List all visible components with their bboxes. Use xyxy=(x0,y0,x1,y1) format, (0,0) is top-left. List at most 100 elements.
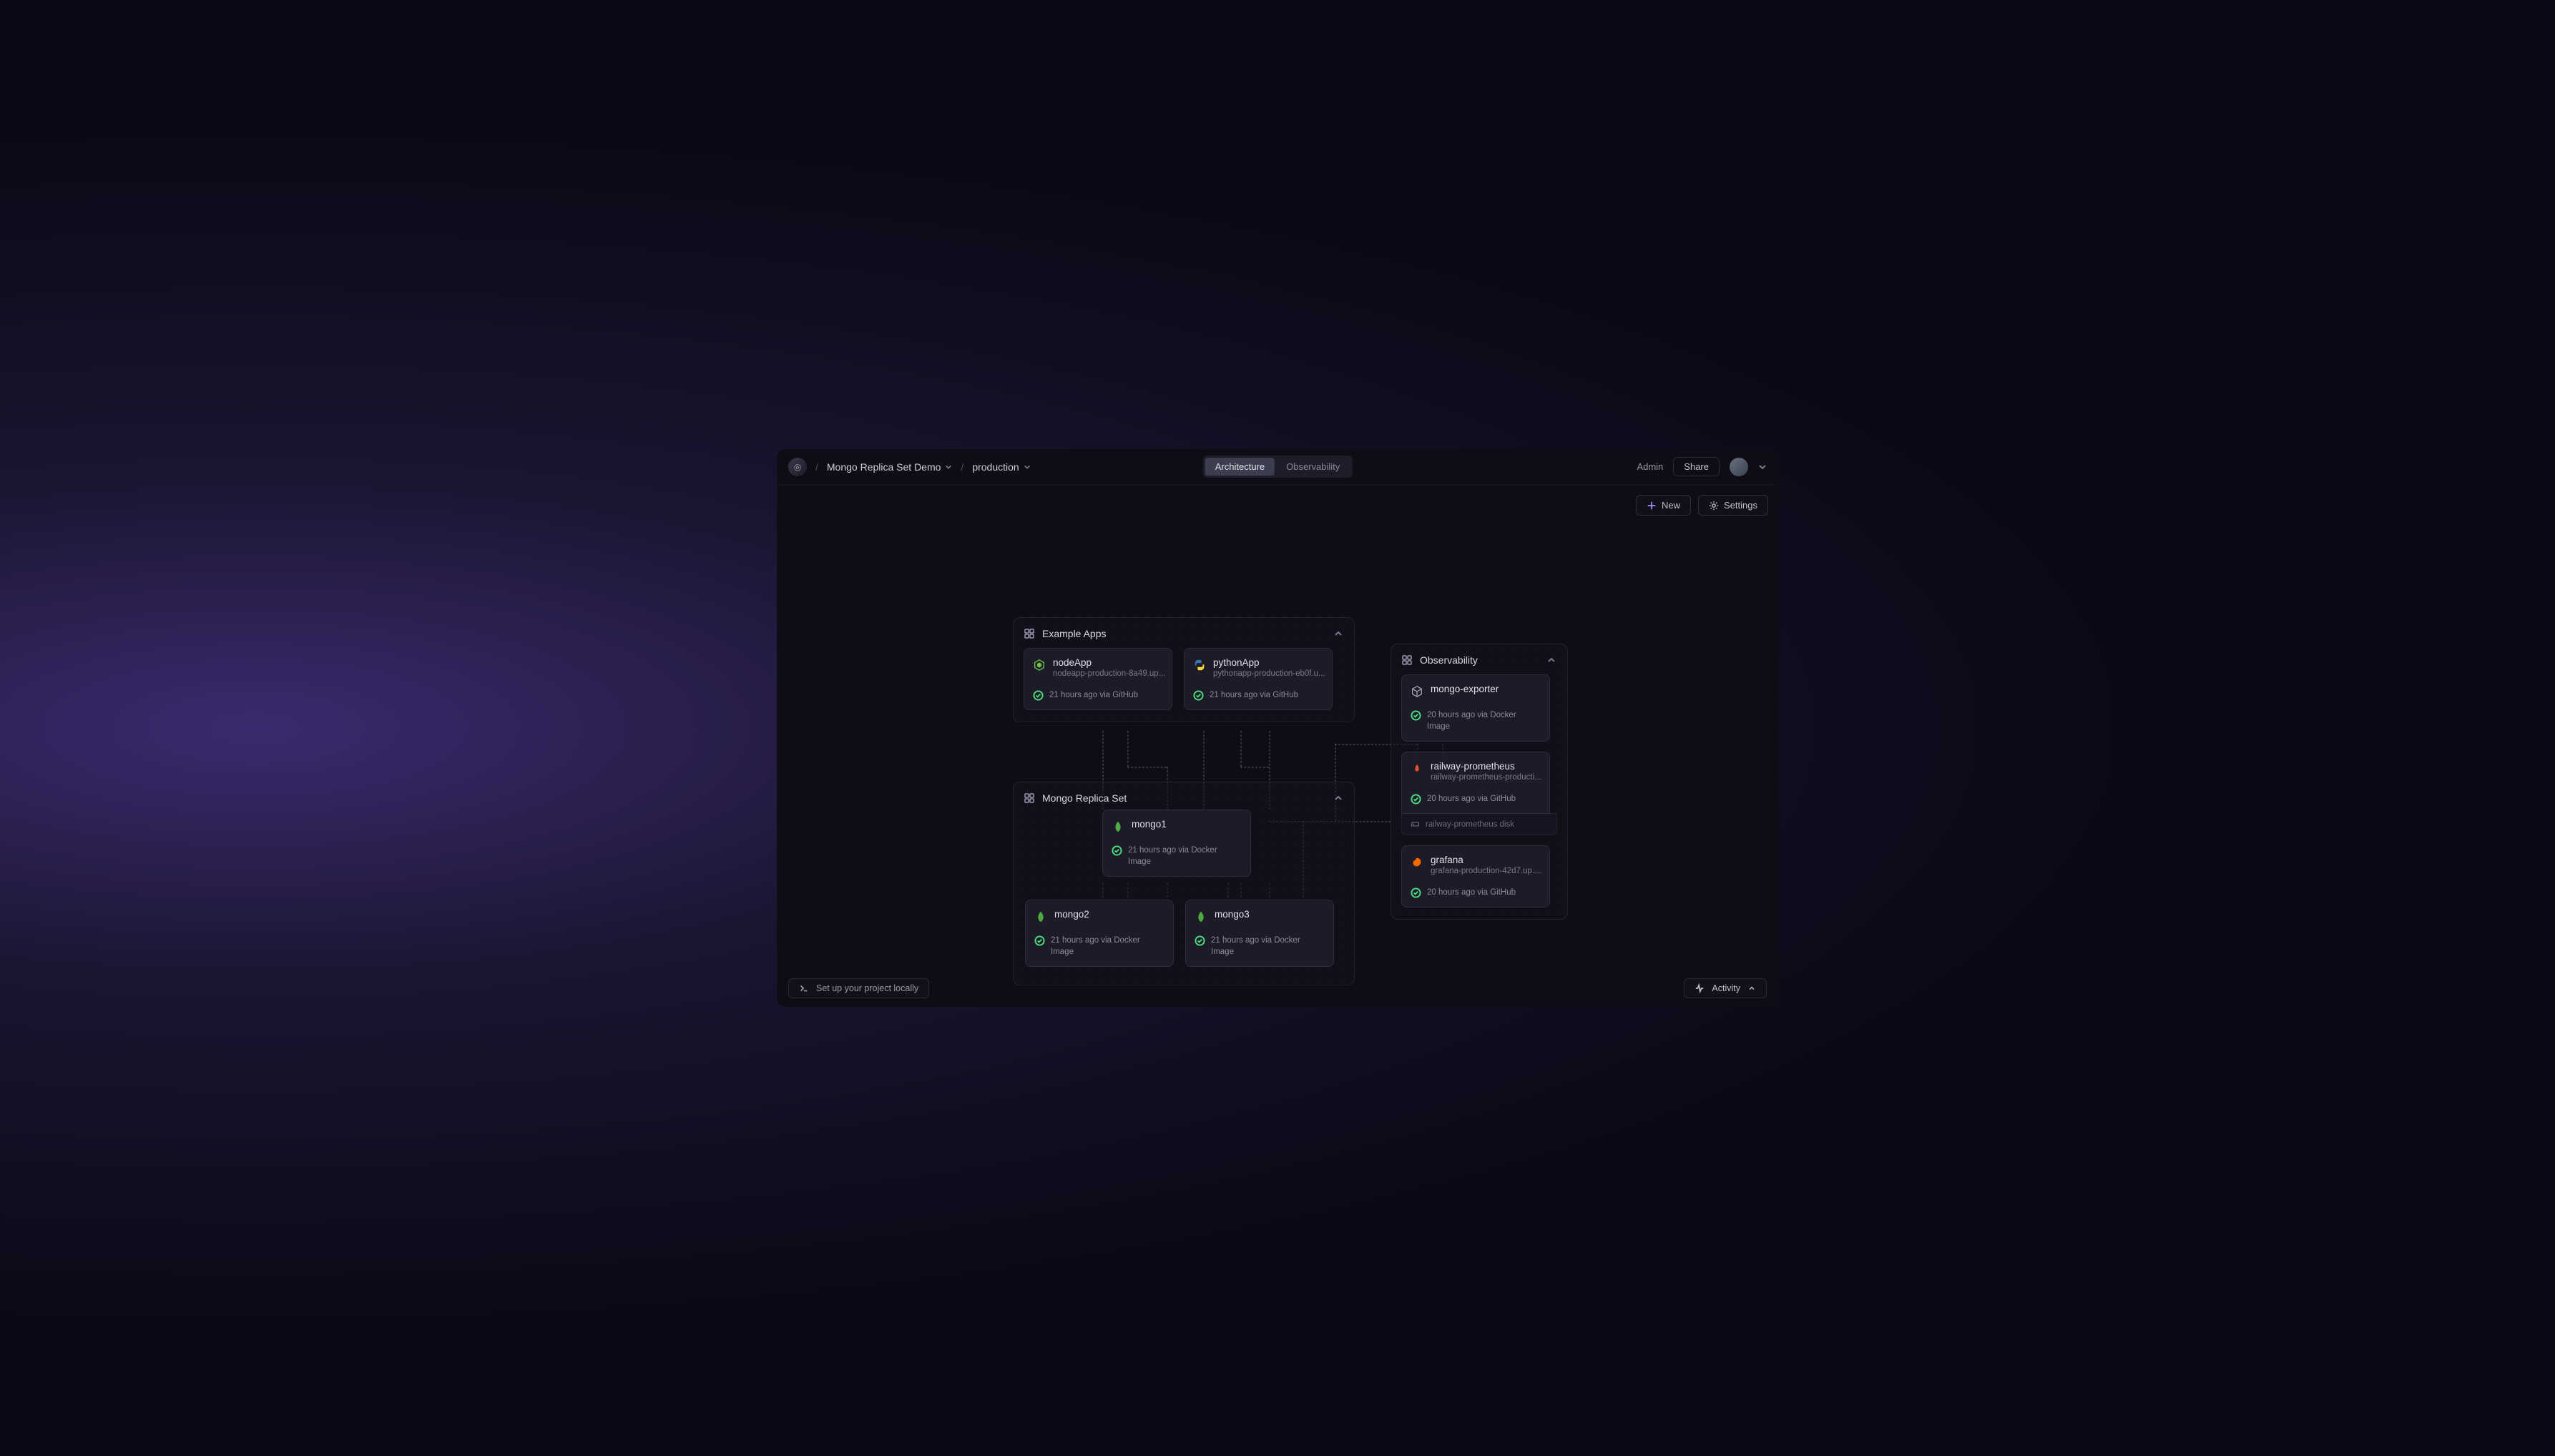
service-card-grafana[interactable]: grafana grafana-production-42d7.up.... 2… xyxy=(1401,845,1550,907)
new-button[interactable]: New xyxy=(1636,495,1691,516)
mongodb-icon xyxy=(1112,820,1124,833)
service-card-mongo-exporter[interactable]: mongo-exporter 20 hours ago via Docker I… xyxy=(1401,674,1550,742)
check-circle-icon xyxy=(1195,935,1205,946)
disk-volume[interactable]: railway-prometheus disk xyxy=(1401,813,1557,835)
chevron-down-icon xyxy=(1024,463,1031,471)
check-circle-icon xyxy=(1193,690,1204,701)
service-url: grafana-production-42d7.up.... xyxy=(1431,867,1541,875)
chevron-down-icon[interactable] xyxy=(1758,463,1767,471)
status-text: 20 hours ago via GitHub xyxy=(1427,887,1516,898)
setup-locally-button[interactable]: Set up your project locally xyxy=(788,978,929,998)
disk-icon xyxy=(1411,820,1420,829)
python-icon xyxy=(1193,659,1206,672)
service-name: pythonApp xyxy=(1213,657,1325,668)
service-url: railway-prometheus-producti... xyxy=(1431,773,1541,782)
service-name: mongo3 xyxy=(1215,909,1250,920)
breadcrumb-project[interactable]: Mongo Replica Set Demo xyxy=(827,461,953,473)
activity-icon xyxy=(1695,983,1705,993)
breadcrumb-separator: / xyxy=(815,461,818,473)
chevron-up-icon[interactable] xyxy=(1333,792,1344,804)
activity-button[interactable]: Activity xyxy=(1684,978,1767,998)
topbar-right: Admin Share xyxy=(1637,457,1767,476)
service-name: railway-prometheus xyxy=(1431,761,1541,772)
chevron-down-icon xyxy=(945,463,952,471)
service-name: mongo1 xyxy=(1132,819,1167,830)
admin-link[interactable]: Admin xyxy=(1637,461,1663,472)
group-title: Example Apps xyxy=(1042,628,1107,639)
grafana-icon xyxy=(1411,856,1423,869)
app-frame: ◎ / Mongo Replica Set Demo / production … xyxy=(777,449,1778,1007)
terminal-icon xyxy=(799,983,809,993)
breadcrumb-project-label: Mongo Replica Set Demo xyxy=(827,461,941,473)
disk-label: railway-prometheus disk xyxy=(1426,820,1514,829)
service-card-pythonapp[interactable]: pythonApp pythonapp-production-eb0f.u...… xyxy=(1184,648,1333,710)
status-text: 21 hours ago via Docker Image xyxy=(1128,845,1242,867)
check-circle-icon xyxy=(1034,935,1045,946)
service-name: nodeApp xyxy=(1053,657,1165,668)
mongodb-icon xyxy=(1034,910,1047,923)
connection-line xyxy=(1240,731,1242,767)
group-header: Observability xyxy=(1401,654,1557,666)
group-mongo-replica-set[interactable]: Mongo Replica Set mongo1 21 hours ago vi… xyxy=(1013,782,1355,985)
group-header: Example Apps xyxy=(1024,628,1344,639)
mongodb-icon xyxy=(1195,910,1207,923)
service-name: mongo2 xyxy=(1054,909,1089,920)
breadcrumb-env-label: production xyxy=(972,461,1019,473)
check-circle-icon xyxy=(1033,690,1044,701)
check-circle-icon xyxy=(1411,710,1421,721)
settings-label: Settings xyxy=(1724,500,1757,511)
status-text: 20 hours ago via GitHub xyxy=(1427,793,1516,805)
service-name: mongo-exporter xyxy=(1431,684,1499,694)
status-text: 21 hours ago via GitHub xyxy=(1049,689,1138,701)
service-name: grafana xyxy=(1431,855,1541,865)
status-text: 20 hours ago via Docker Image xyxy=(1427,709,1541,732)
service-card-prometheus[interactable]: railway-prometheus railway-prometheus-pr… xyxy=(1401,752,1550,814)
avatar[interactable] xyxy=(1730,458,1748,476)
service-card-nodeapp[interactable]: nodeApp nodeapp-production-8a49.up... 21… xyxy=(1024,648,1172,710)
tab-architecture[interactable]: Architecture xyxy=(1205,458,1275,476)
group-title: Mongo Replica Set xyxy=(1042,792,1127,804)
chevron-up-icon xyxy=(1747,984,1756,993)
canvas[interactable]: New Settings Exa xyxy=(777,485,1778,1007)
tab-observability[interactable]: Observability xyxy=(1276,458,1350,476)
chevron-up-icon[interactable] xyxy=(1546,654,1557,666)
status-text: 21 hours ago via GitHub xyxy=(1210,689,1298,701)
service-url: pythonapp-production-eb0f.u... xyxy=(1213,669,1325,678)
connection-line xyxy=(1127,767,1167,768)
connection-line xyxy=(1240,767,1269,768)
settings-button[interactable]: Settings xyxy=(1698,495,1768,516)
plus-icon xyxy=(1647,501,1657,511)
new-label: New xyxy=(1662,500,1680,511)
canvas-toolbar: New Settings xyxy=(1636,495,1768,516)
service-url: nodeapp-production-8a49.up... xyxy=(1053,669,1165,678)
service-with-disk: railway-prometheus railway-prometheus-pr… xyxy=(1401,752,1557,835)
service-card-mongo3[interactable]: mongo3 21 hours ago via Docker Image xyxy=(1185,900,1334,967)
breadcrumb-environment[interactable]: production xyxy=(972,461,1030,473)
nodejs-icon xyxy=(1033,659,1046,672)
service-card-mongo1[interactable]: mongo1 21 hours ago via Docker Image xyxy=(1102,810,1251,877)
gear-icon xyxy=(1709,501,1719,511)
activity-label: Activity xyxy=(1712,983,1740,993)
cards-row: nodeApp nodeapp-production-8a49.up... 21… xyxy=(1024,648,1344,710)
setup-label: Set up your project locally xyxy=(816,983,918,993)
check-circle-icon xyxy=(1411,887,1421,898)
group-icon xyxy=(1024,792,1035,804)
status-text: 21 hours ago via Docker Image xyxy=(1211,935,1325,958)
group-example-apps[interactable]: Example Apps nodeApp nodeapp-production-… xyxy=(1013,617,1355,722)
cube-icon xyxy=(1411,685,1423,698)
group-header: Mongo Replica Set xyxy=(1024,792,1344,804)
group-icon xyxy=(1024,628,1035,639)
chevron-up-icon[interactable] xyxy=(1333,628,1344,639)
group-observability[interactable]: Observability mongo-exporter 20 hours ag… xyxy=(1391,644,1568,920)
group-title: Observability xyxy=(1420,654,1478,666)
check-circle-icon xyxy=(1112,845,1122,856)
service-card-mongo2[interactable]: mongo2 21 hours ago via Docker Image xyxy=(1025,900,1174,967)
topbar: ◎ / Mongo Replica Set Demo / production … xyxy=(777,449,1778,485)
logo-icon[interactable]: ◎ xyxy=(788,458,807,476)
share-button[interactable]: Share xyxy=(1673,457,1720,476)
check-circle-icon xyxy=(1411,794,1421,805)
view-tabs: Architecture Observability xyxy=(1203,456,1353,478)
cards-row: mongo2 21 hours ago via Docker Image mon… xyxy=(1025,900,1334,967)
connection-line xyxy=(1127,731,1129,767)
prometheus-icon xyxy=(1411,762,1423,775)
